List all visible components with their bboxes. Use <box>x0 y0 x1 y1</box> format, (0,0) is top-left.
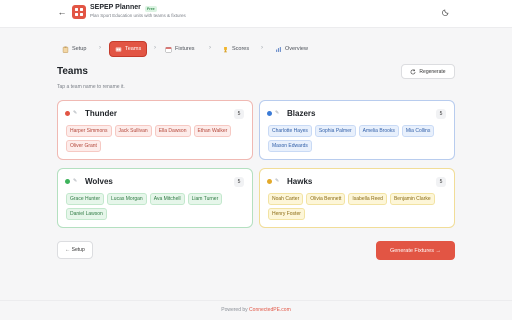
step-label: Setup <box>72 46 87 52</box>
player-chip[interactable]: Isabella Reed <box>348 193 387 205</box>
wizard-steps: Setup › Teams › Fixtures › Scores › Over… <box>57 41 357 57</box>
team-color-dot <box>267 179 272 184</box>
player-count-badge: 5 <box>436 177 446 187</box>
team-color-dot <box>65 111 70 116</box>
player-count-badge: 5 <box>234 177 244 187</box>
step-label: Teams <box>125 46 142 52</box>
chevron-right-icon: › <box>261 45 263 51</box>
refresh-icon <box>411 68 416 74</box>
player-chip[interactable]: Harper Simmons <box>66 125 112 137</box>
team-name[interactable]: Wolves <box>85 177 113 186</box>
app-title: SEPEP Planner <box>90 4 141 11</box>
step-overview[interactable]: Overview <box>270 41 313 57</box>
rename-hint: Tap a team name to rename it. <box>57 84 125 90</box>
team-name[interactable]: Thunder <box>85 109 117 118</box>
step-label: Scores <box>232 46 250 52</box>
back-arrow-icon[interactable]: ← <box>57 7 67 17</box>
team-card-hawks: ✎ Hawks 5 Noah Carter Olivia Bennett Isa… <box>259 168 455 228</box>
player-chip[interactable]: Ethan Walker <box>193 125 232 137</box>
player-count-badge: 5 <box>234 109 244 119</box>
chevron-right-icon: › <box>209 45 211 51</box>
chevron-right-icon: › <box>99 45 101 51</box>
player-chip[interactable]: Mia Collins <box>401 125 435 137</box>
team-color-dot <box>267 111 272 116</box>
player-chip[interactable]: Grace Hunter <box>66 193 105 205</box>
player-chip[interactable]: Lucas Morgan <box>107 193 147 205</box>
player-chip[interactable]: Benjamin Clarke <box>389 193 435 205</box>
player-chip[interactable]: Liam Turner <box>187 193 223 205</box>
player-chip[interactable]: Mason Edwards <box>268 140 312 152</box>
step-setup[interactable]: Setup <box>57 41 91 57</box>
pencil-icon[interactable]: ✎ <box>275 110 279 116</box>
player-chip[interactable]: Olivia Bennett <box>306 193 346 205</box>
back-to-setup-button[interactable]: ← Setup <box>57 241 93 259</box>
pencil-icon[interactable]: ✎ <box>73 110 77 116</box>
app-header: ← SEPEP Planner Free Plan Sport Educatio… <box>0 0 512 28</box>
step-scores[interactable]: Scores <box>217 41 254 57</box>
player-chip[interactable]: Daniel Lawson <box>66 208 107 220</box>
player-chip[interactable]: Charlotte Hayes <box>268 125 312 137</box>
chevron-right-icon: › <box>154 45 156 51</box>
player-list: Grace Hunter Lucas Morgan Ava Mitchell L… <box>66 193 244 220</box>
team-name[interactable]: Blazers <box>287 109 315 118</box>
footer: Powered by ConnectedPE.com <box>0 300 512 320</box>
pencil-icon[interactable]: ✎ <box>73 178 77 184</box>
player-chip[interactable]: Noah Carter <box>268 193 304 205</box>
player-chip[interactable]: Oliver Grant <box>66 140 101 152</box>
team-card-wolves: ✎ Wolves 5 Grace Hunter Lucas Morgan Ava… <box>57 168 253 228</box>
regenerate-button[interactable]: Regenerate <box>401 64 455 79</box>
player-list: Noah Carter Olivia Bennett Isabella Reed… <box>268 193 446 220</box>
grid-icon <box>75 8 83 16</box>
player-chip[interactable]: Amelia Brooks <box>358 125 399 137</box>
team-color-dot <box>65 179 70 184</box>
step-label: Overview <box>285 46 308 52</box>
player-list: Harper Simmons Jack Sullivan Ella Dawson… <box>66 125 244 152</box>
chart-icon <box>276 46 281 52</box>
section-title: Teams <box>57 66 88 77</box>
step-fixtures[interactable]: Fixtures <box>160 41 200 57</box>
regenerate-label: Regenerate <box>419 68 446 75</box>
player-chip[interactable]: Henry Foster <box>268 208 305 220</box>
footer-prefix: Powered by <box>221 307 248 313</box>
calendar-icon <box>165 46 172 53</box>
trophy-icon <box>224 46 227 52</box>
moon-icon[interactable] <box>442 8 450 16</box>
plan-badge: Free <box>145 6 157 12</box>
step-label: Fixtures <box>175 46 195 52</box>
player-chip[interactable]: Ava Mitchell <box>149 193 185 205</box>
app-subtitle: Plan Sport Education units with teams & … <box>90 13 186 18</box>
player-chip[interactable]: Ella Dawson <box>154 125 191 137</box>
step-teams[interactable]: Teams <box>109 41 148 57</box>
clipboard-icon <box>62 46 69 53</box>
app-logo <box>72 5 86 19</box>
player-list: Charlotte Hayes Sophia Palmer Amelia Bro… <box>268 125 446 152</box>
player-chip[interactable]: Sophia Palmer <box>314 125 356 137</box>
generate-fixtures-button[interactable]: Generate Fixtures → <box>376 241 455 260</box>
player-count-badge: 5 <box>436 109 446 119</box>
footer-link[interactable]: ConnectedPE.com <box>249 307 291 313</box>
player-chip[interactable]: Jack Sullivan <box>114 125 152 137</box>
pencil-icon[interactable]: ✎ <box>275 178 279 184</box>
team-card-thunder: ✎ Thunder 5 Harper Simmons Jack Sullivan… <box>57 100 253 160</box>
teams-icon <box>115 46 122 52</box>
team-name[interactable]: Hawks <box>287 177 312 186</box>
team-card-blazers: ✎ Blazers 5 Charlotte Hayes Sophia Palme… <box>259 100 455 160</box>
